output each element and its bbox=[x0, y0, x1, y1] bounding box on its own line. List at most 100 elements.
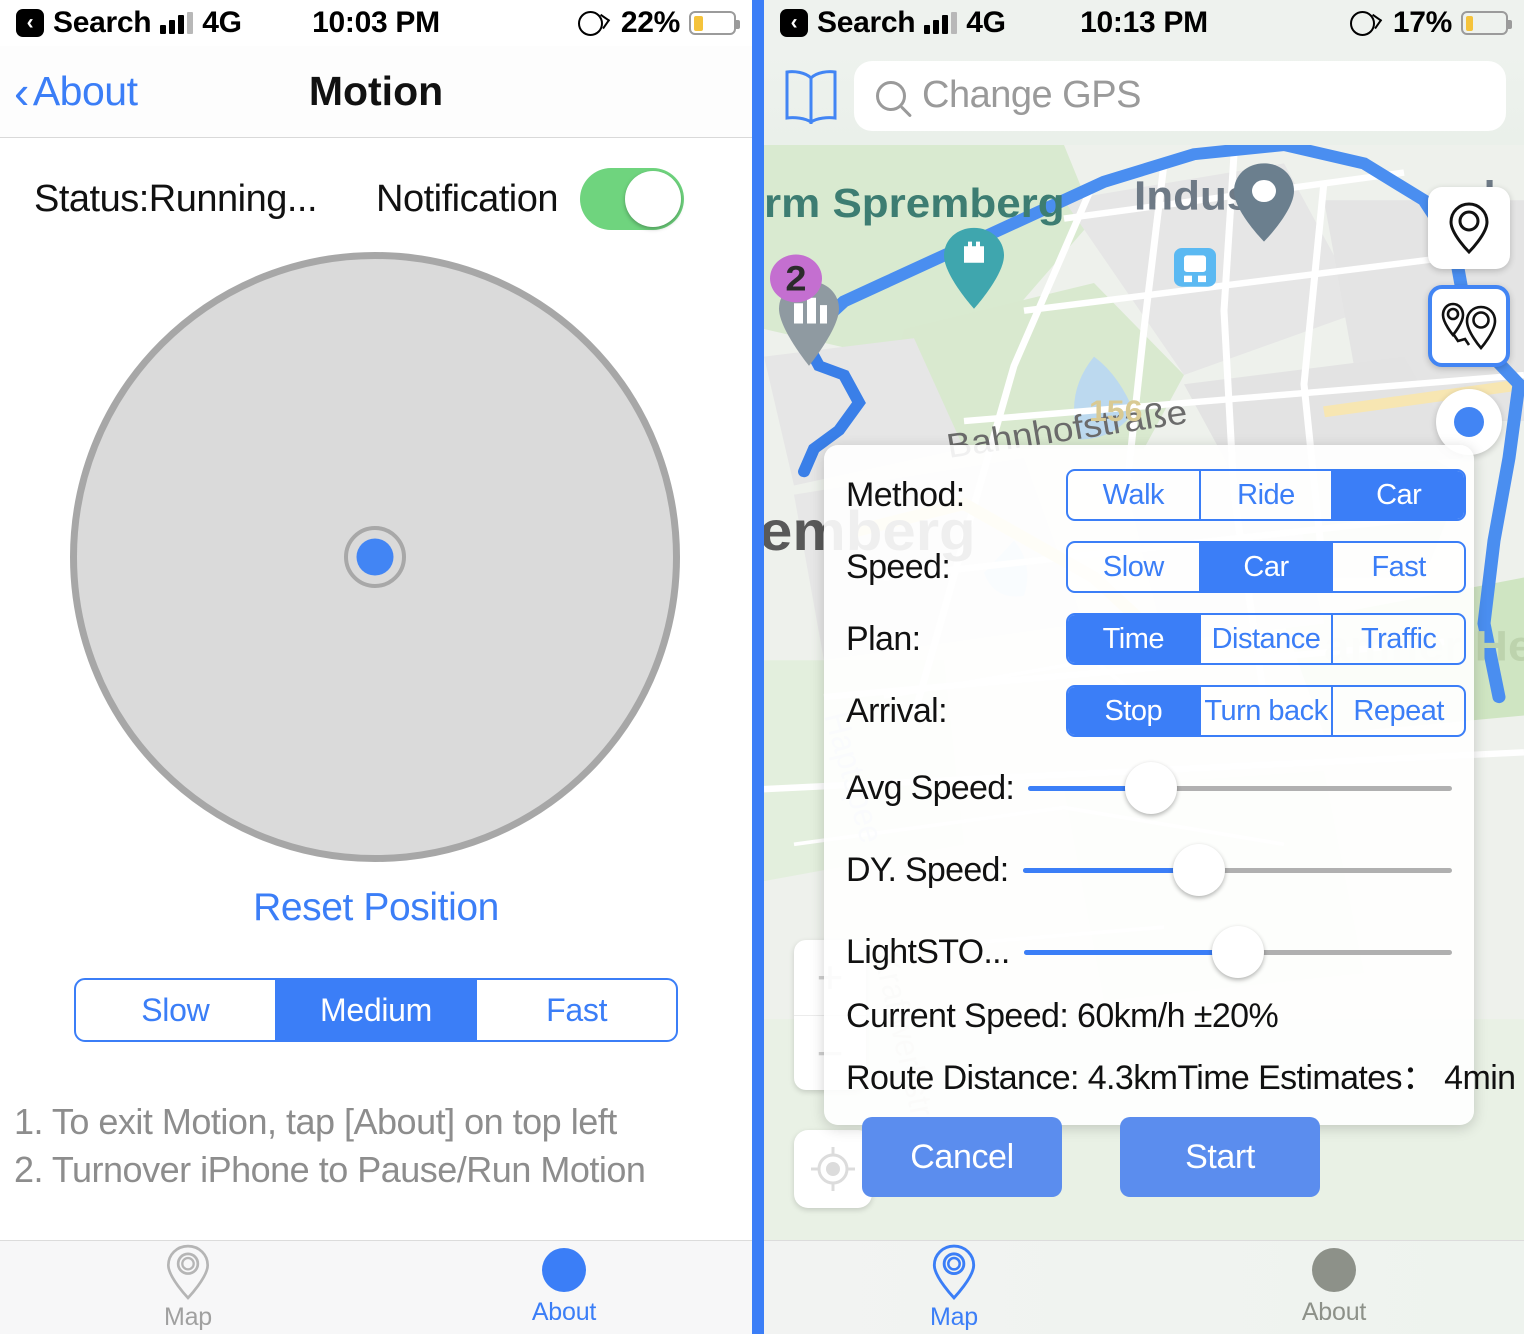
left-nav-bar: ‹ About Motion bbox=[0, 46, 752, 138]
status-right-group: 22% bbox=[577, 6, 740, 40]
speed-option-slow[interactable]: Slow bbox=[76, 980, 277, 1040]
method-row: Method: Walk Ride Car bbox=[824, 459, 1474, 531]
speed-segmented-control[interactable]: Slow Medium Fast bbox=[74, 978, 678, 1042]
slider-knob[interactable] bbox=[1125, 762, 1178, 814]
speed-option-slow-dialog[interactable]: Slow bbox=[1068, 543, 1201, 591]
start-button[interactable]: Start bbox=[1120, 1117, 1320, 1197]
slider-knob[interactable] bbox=[1172, 844, 1225, 896]
avg-speed-row: Avg Speed: bbox=[824, 747, 1474, 829]
method-option-ride[interactable]: Ride bbox=[1201, 471, 1334, 519]
back-to-about-button[interactable]: ‹ About bbox=[0, 65, 138, 118]
search-placeholder: Change GPS bbox=[922, 74, 1141, 116]
status-network-label-right: 4G bbox=[966, 6, 1006, 39]
avg-speed-slider[interactable] bbox=[1028, 762, 1452, 814]
tab-about-label: About bbox=[531, 1298, 597, 1326]
status-back-icon-right[interactable]: ‹ bbox=[780, 9, 808, 37]
speed-segmented-control-dialog[interactable]: Slow Car Fast bbox=[1066, 541, 1466, 593]
tab-about-right[interactable]: About bbox=[1144, 1241, 1524, 1334]
plan-option-time[interactable]: Time bbox=[1068, 615, 1201, 663]
arrival-label: Arrival: bbox=[846, 691, 948, 730]
left-tab-bar: Map About bbox=[0, 1240, 752, 1334]
speed-option-fast[interactable]: Fast bbox=[477, 980, 676, 1040]
method-option-walk[interactable]: Walk bbox=[1068, 471, 1201, 519]
tab-map-label-right: Map bbox=[929, 1303, 979, 1331]
joystick-thumb[interactable] bbox=[356, 538, 394, 576]
status-battery-label-right: 17% bbox=[1392, 6, 1452, 39]
status-left-group-right: ‹ Search 4G bbox=[780, 6, 1006, 40]
plan-label: Plan: bbox=[846, 619, 921, 658]
instructions-block: 1. To exit Motion, tap [About] on top le… bbox=[0, 1042, 752, 1193]
plan-option-distance[interactable]: Distance bbox=[1201, 615, 1334, 663]
right-tab-bar: Map About bbox=[764, 1240, 1524, 1334]
map-pin-icon bbox=[166, 1244, 210, 1300]
cancel-button[interactable]: Cancel bbox=[862, 1117, 1062, 1197]
method-label: Method: bbox=[846, 475, 965, 514]
chevron-left-icon: ‹ bbox=[14, 65, 29, 118]
lightstop-label: LightSTO... bbox=[846, 932, 1010, 971]
dual-phone-screenshot: ‹ Search 4G 10:03 PM 22% ‹ About Motion … bbox=[0, 0, 1524, 1334]
tab-map[interactable]: Map bbox=[0, 1241, 376, 1334]
route-pins-icon bbox=[1441, 302, 1497, 350]
right-status-bar: ‹ Search 4G 10:13 PM 17% bbox=[764, 0, 1524, 46]
current-speed-info: Current Speed: 60km/h ±20% bbox=[846, 997, 1279, 1035]
motion-status-label: Status:Running... bbox=[34, 177, 318, 220]
toggle-knob bbox=[625, 171, 681, 227]
speed-row: Speed: Slow Car Fast bbox=[824, 531, 1474, 603]
arrival-option-stop[interactable]: Stop bbox=[1068, 687, 1201, 735]
route-button[interactable] bbox=[1428, 285, 1510, 367]
search-input[interactable]: Change GPS bbox=[854, 60, 1506, 131]
method-segmented-control[interactable]: Walk Ride Car bbox=[1066, 469, 1466, 521]
joystick-area bbox=[0, 230, 752, 880]
dy-speed-label: DY. Speed: bbox=[846, 850, 1009, 889]
arrival-option-repeat[interactable]: Repeat bbox=[1333, 687, 1464, 735]
map-pin-icon bbox=[932, 1244, 976, 1300]
reset-position-button[interactable]: Reset Position bbox=[0, 886, 752, 930]
plan-segmented-control[interactable]: Time Distance Traffic bbox=[1066, 613, 1466, 665]
dy-speed-slider[interactable] bbox=[1022, 844, 1452, 896]
instruction-line-1: 1. To exit Motion, tap [About] on top le… bbox=[14, 1101, 617, 1142]
plan-option-traffic[interactable]: Traffic bbox=[1333, 615, 1464, 663]
signal-bars-icon-right bbox=[924, 12, 958, 34]
route-settings-dialog: Method: Walk Ride Car Speed: Slow Car Fa… bbox=[824, 445, 1516, 1197]
status-left-group: ‹ Search 4G bbox=[16, 6, 242, 40]
slider-knob[interactable] bbox=[1211, 926, 1264, 978]
notification-label: Notification bbox=[376, 177, 558, 220]
arrival-row: Arrival: Stop Turn back Repeat bbox=[824, 675, 1474, 747]
status-notification-row: Status:Running... Notification bbox=[0, 138, 752, 230]
book-icon[interactable] bbox=[782, 68, 840, 124]
map-canvas[interactable]: rm Spremberg Indust el Bahnhofstraße emb… bbox=[764, 145, 1524, 1240]
speed-option-medium[interactable]: Medium bbox=[276, 980, 478, 1040]
search-bar-row: Change GPS bbox=[764, 46, 1524, 145]
lightstop-slider[interactable] bbox=[1023, 926, 1452, 978]
lightstop-row: LightSTO... bbox=[824, 911, 1474, 993]
battery-icon-right bbox=[1461, 11, 1512, 35]
pin-outline-icon bbox=[1449, 202, 1489, 255]
status-network-label: 4G bbox=[202, 6, 242, 39]
speed-option-car-dialog[interactable]: Car bbox=[1200, 543, 1334, 591]
circle-icon bbox=[1312, 1248, 1356, 1292]
dialog-buttons: Cancel Start bbox=[824, 1099, 1474, 1197]
route-distance-info: Route Distance: 4.3kmTime Estimates： 4mi… bbox=[846, 1059, 1516, 1097]
motion-joystick[interactable] bbox=[70, 252, 680, 862]
status-back-icon[interactable]: ‹ bbox=[16, 9, 44, 37]
svg-text:2: 2 bbox=[785, 259, 806, 298]
arrival-segmented-control[interactable]: Stop Turn back Repeat bbox=[1066, 685, 1466, 737]
tab-map-right[interactable]: Map bbox=[764, 1241, 1144, 1334]
tab-map-label: Map bbox=[163, 1303, 213, 1331]
right-phone-panel: ‹ Search 4G 10:13 PM 17% Change GPS rm S… bbox=[764, 0, 1524, 1334]
notification-toggle[interactable] bbox=[580, 168, 684, 230]
method-option-car[interactable]: Car bbox=[1333, 471, 1464, 519]
svg-text:156: 156 bbox=[1089, 394, 1142, 428]
plan-row: Plan: Time Distance Traffic bbox=[824, 603, 1474, 675]
arrival-option-turn-back[interactable]: Turn back bbox=[1201, 687, 1334, 735]
instruction-line-2: 2. Turnover iPhone to Pause/Run Motion bbox=[14, 1148, 646, 1190]
pin-button[interactable] bbox=[1428, 187, 1510, 269]
tab-about[interactable]: About bbox=[376, 1241, 752, 1334]
status-carrier-label: Search bbox=[53, 6, 152, 39]
speed-option-fast-dialog[interactable]: Fast bbox=[1333, 543, 1464, 591]
blue-dot-icon bbox=[1454, 407, 1484, 437]
search-icon bbox=[876, 80, 906, 111]
status-carrier-label-right: Search bbox=[817, 6, 916, 39]
slider-fill bbox=[1023, 949, 1238, 955]
svg-text:rm Spremberg: rm Spremberg bbox=[764, 180, 1065, 225]
